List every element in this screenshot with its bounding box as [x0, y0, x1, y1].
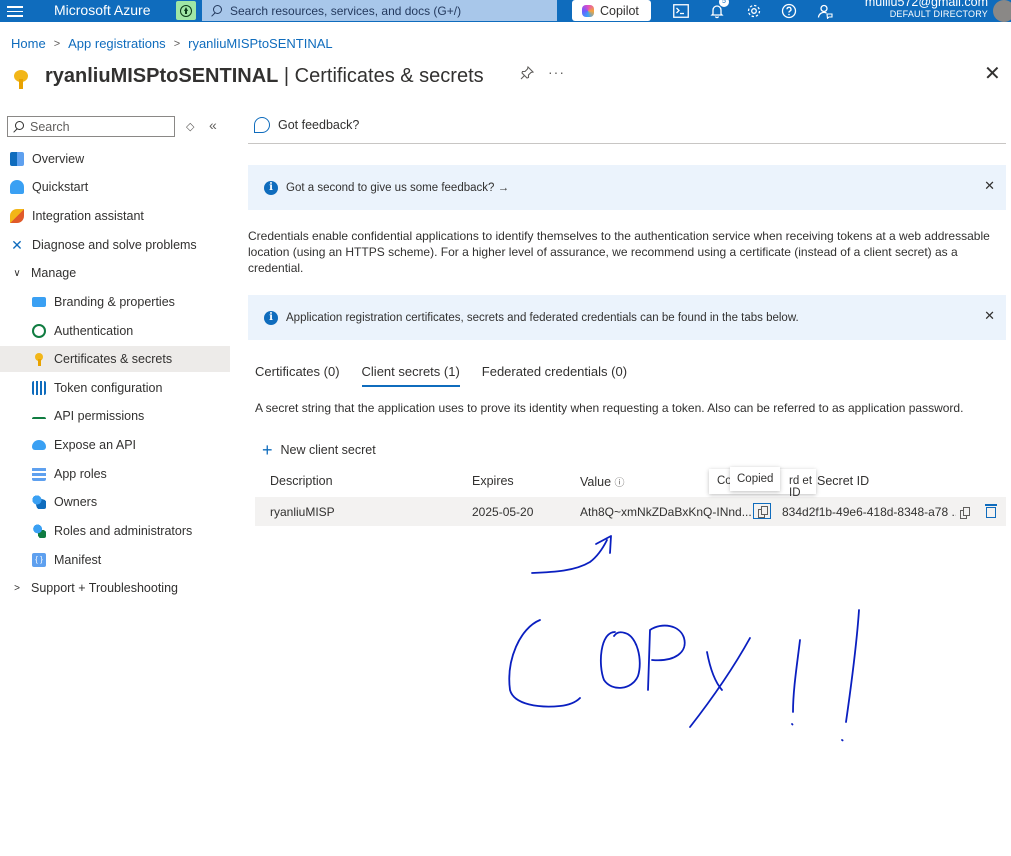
annotation-exclaim-2 — [845, 609, 860, 723]
annotation-letter-c — [508, 619, 581, 708]
annotation-exclaim-1 — [792, 639, 801, 713]
annotation-arrowhead — [595, 535, 612, 554]
annotation-letter-p — [647, 624, 686, 691]
annotation-letter-y-right — [689, 637, 751, 728]
annotation-letter-y-left — [706, 651, 723, 691]
annotation-arrow — [531, 539, 608, 574]
handwritten-annotation — [508, 535, 860, 742]
annotation-letter-o — [599, 631, 641, 689]
annotation-exclaim-1-dot — [791, 723, 794, 726]
